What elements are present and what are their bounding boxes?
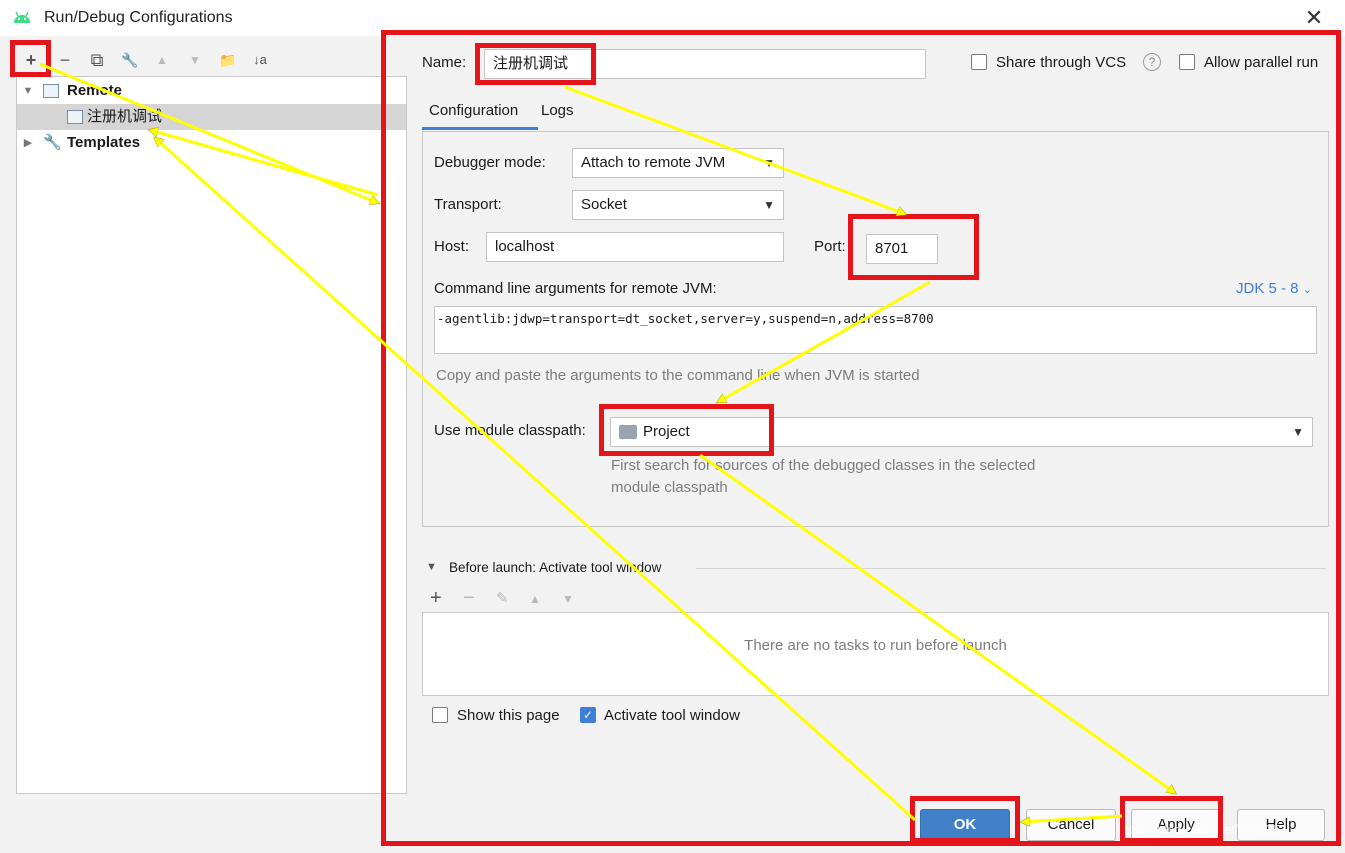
arrow-ok-to-tree bbox=[155, 138, 917, 822]
arrow-name-to-port bbox=[564, 85, 905, 214]
arrow-apply-to-ok bbox=[1022, 814, 1123, 822]
arrow-module-to-apply bbox=[699, 453, 1175, 793]
arrow-port-to-module bbox=[718, 280, 931, 404]
arrow-add-to-panel bbox=[39, 62, 378, 203]
annotation-arrows bbox=[39, 62, 1345, 853]
